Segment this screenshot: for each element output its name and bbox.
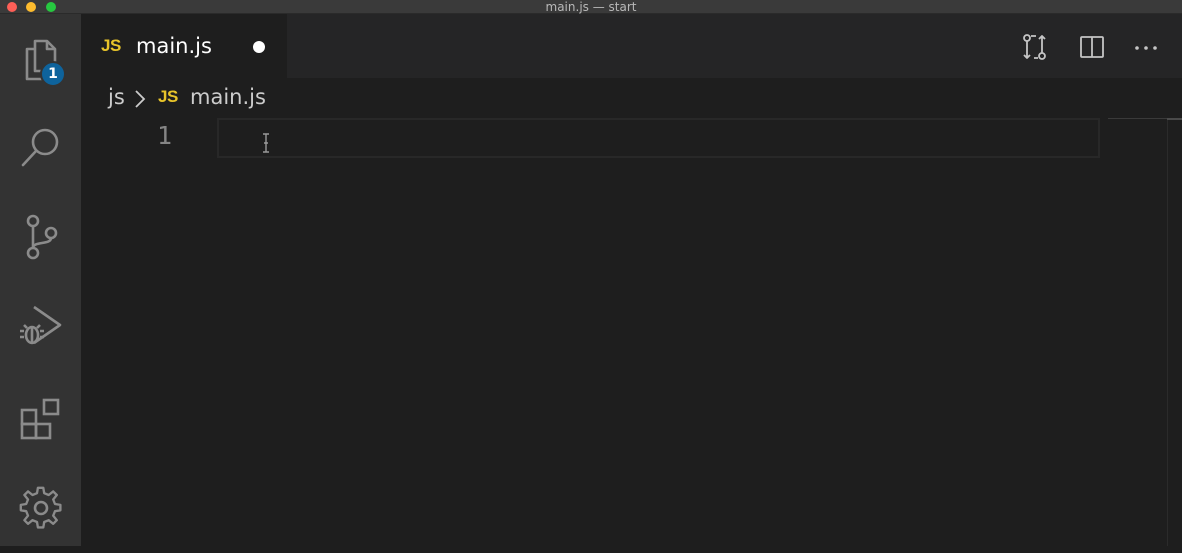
activity-run-debug[interactable] [0, 281, 81, 371]
activity-bar: 1 [0, 14, 81, 546]
minimap[interactable] [1108, 118, 1170, 119]
activity-manage[interactable] [0, 463, 81, 553]
activity-extensions[interactable] [0, 374, 81, 464]
overview-ruler-marker [1167, 118, 1182, 120]
code-editor[interactable]: 1 [81, 118, 1182, 546]
chevron-right-icon [133, 89, 147, 113]
window-title: main.js — start [545, 0, 637, 14]
breadcrumb-file[interactable]: main.js [190, 85, 266, 109]
search-icon [19, 125, 63, 169]
open-changes-icon [1020, 32, 1050, 62]
vertical-scrollbar[interactable] [1167, 118, 1182, 546]
unsaved-changes-dot-icon[interactable] [253, 41, 265, 53]
source-control-icon [21, 213, 61, 261]
tab-main-js[interactable]: JS main.js [81, 14, 287, 78]
line-number: 1 [157, 121, 173, 150]
open-changes-button[interactable] [1020, 32, 1050, 62]
activity-source-control[interactable] [0, 192, 81, 282]
more-actions-button[interactable] [1131, 32, 1161, 62]
more-actions-icon [1131, 32, 1161, 62]
current-line-highlight[interactable] [217, 118, 1100, 158]
breadcrumb: js JS main.js [81, 78, 1182, 118]
activity-explorer[interactable]: 1 [0, 14, 81, 104]
tab-label: main.js [136, 34, 212, 58]
text-cursor-icon [261, 132, 271, 158]
editor-tab-strip: JS main.js [81, 14, 1182, 78]
split-editor-icon [1077, 32, 1107, 62]
javascript-file-icon: JS [101, 36, 121, 55]
activity-search[interactable] [0, 102, 81, 192]
run-debug-icon [18, 303, 64, 349]
split-editor-button[interactable] [1077, 32, 1107, 62]
explorer-badge: 1 [40, 61, 66, 87]
breadcrumb-folder[interactable]: js [108, 85, 125, 109]
window-titlebar: main.js — start [0, 0, 1182, 14]
gear-icon [19, 486, 63, 530]
extensions-icon [19, 397, 63, 441]
javascript-file-icon: JS [158, 87, 178, 106]
